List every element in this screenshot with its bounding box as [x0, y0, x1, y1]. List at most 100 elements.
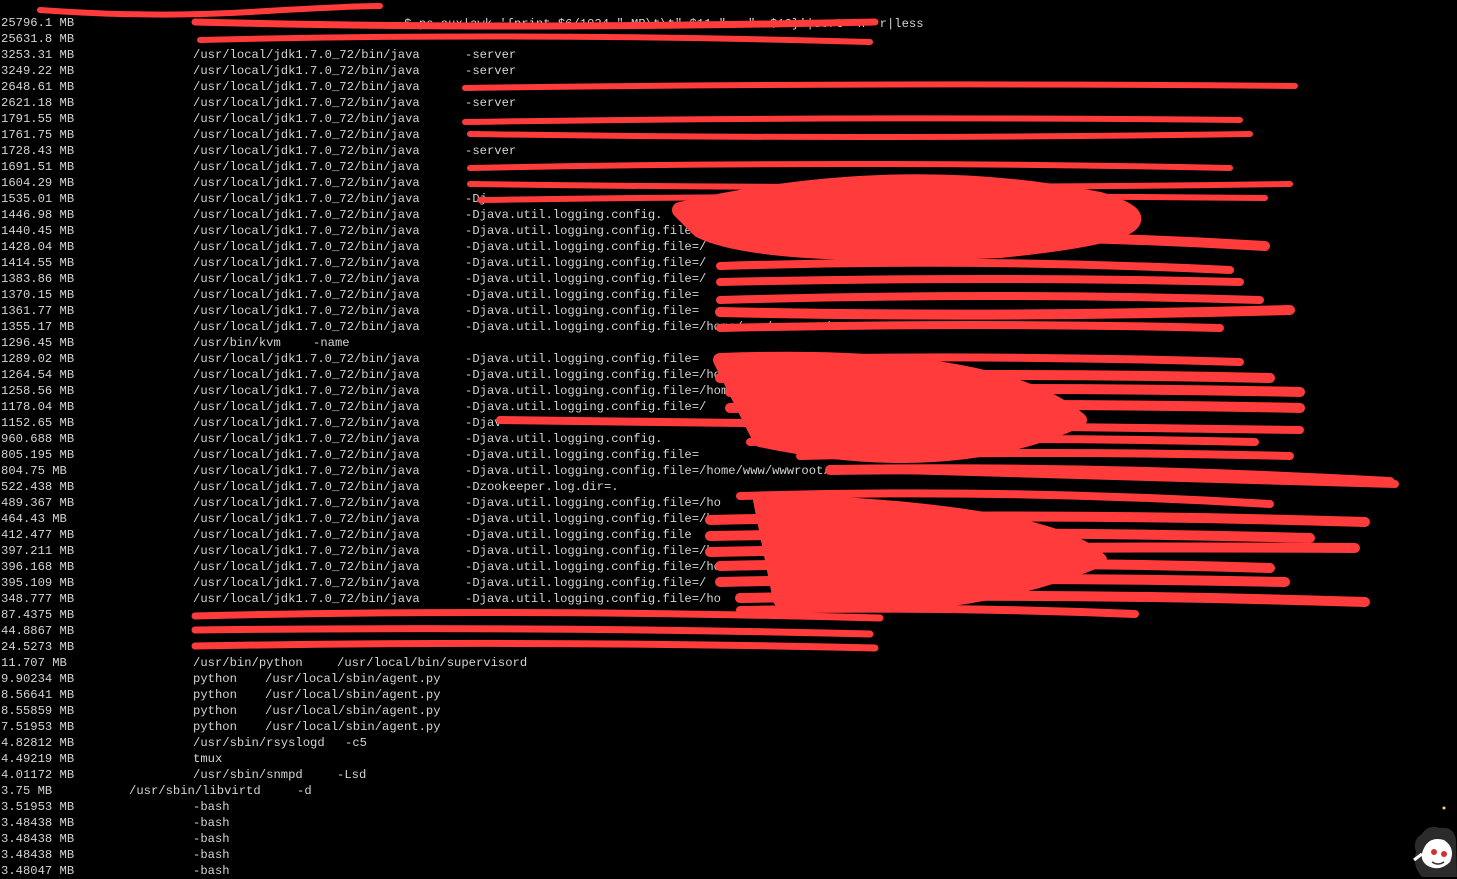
memory-value: 9.90234 MB	[1, 672, 75, 686]
process-command: tmux	[193, 752, 223, 766]
process-argument: -server	[465, 64, 517, 78]
memory-value: 522.438 MB	[1, 480, 75, 494]
process-command: /usr/local/jdk1.7.0_72/bin/java	[193, 400, 420, 414]
memory-value: 805.195 MB	[1, 448, 75, 462]
process-argument: -Djava.util.logging.config.file=/	[465, 272, 707, 286]
memory-value: 1446.98 MB	[1, 208, 75, 222]
process-command: -bash	[193, 816, 230, 830]
command-line: $ ps aux|awk '{print $6/1024 " MB\t\t" $…	[0, 0, 923, 31]
process-argument: -Dzookeeper.log.dir=.	[465, 480, 619, 494]
process-command: /usr/local/jdk1.7.0_72/bin/java	[193, 192, 420, 206]
process-argument: -Djava.util.logging.config.file=	[465, 288, 700, 302]
process-argument: /usr/local/sbin/agent.py	[265, 688, 441, 702]
memory-value: 464.43 MB	[1, 512, 67, 526]
memory-value: 11.707 MB	[1, 656, 67, 670]
process-command: /usr/local/jdk1.7.0_72/bin/java	[193, 576, 420, 590]
memory-value: 24.5273 MB	[1, 640, 75, 654]
memory-value: 1383.86 MB	[1, 272, 75, 286]
memory-value: 1440.45 MB	[1, 224, 75, 238]
process-argument: -d	[297, 784, 312, 798]
process-argument: -Djava.util.logging.config.file=	[465, 352, 700, 366]
process-command: /usr/local/jdk1.7.0_72/bin/java	[193, 256, 420, 270]
memory-value: 8.56641 MB	[1, 688, 75, 702]
memory-value: 4.82812 MB	[1, 736, 75, 750]
process-command: -bash	[193, 800, 230, 814]
process-argument: -Djava.util.logging.config.file=/home/ww…	[465, 320, 831, 334]
process-command: python	[193, 704, 237, 718]
memory-value: 44.8867 MB	[1, 624, 75, 638]
memory-value: 1296.45 MB	[1, 336, 75, 350]
memory-value: 960.688 MB	[1, 432, 75, 446]
memory-value: 1791.55 MB	[1, 112, 75, 126]
process-argument: -Djava.util.logging.config.file=/home/ww…	[465, 464, 831, 478]
process-command: /usr/local/jdk1.7.0_72/bin/java	[193, 368, 420, 382]
process-command: python	[193, 720, 237, 734]
process-command: /usr/local/jdk1.7.0_72/bin/java	[193, 304, 420, 318]
process-command: /usr/local/jdk1.7.0_72/bin/java	[193, 512, 420, 526]
cartoon-mascot-icon	[1413, 806, 1457, 877]
memory-value: 3.51953 MB	[1, 800, 75, 814]
memory-value: 25631.8 MB	[1, 32, 75, 46]
process-argument: /usr/local/sbin/agent.py	[265, 672, 441, 686]
process-argument: -server	[465, 96, 517, 110]
process-argument: -server	[465, 144, 517, 158]
memory-value: 396.168 MB	[1, 560, 75, 574]
memory-value: 348.777 MB	[1, 592, 75, 606]
memory-value: 7.51953 MB	[1, 720, 75, 734]
memory-value: 25796.1 MB	[1, 16, 75, 30]
memory-value: 4.01172 MB	[1, 768, 75, 782]
process-argument: -Djava.util.logging.config.file=	[465, 304, 700, 318]
memory-value: 3.48438 MB	[1, 832, 75, 846]
process-command: /usr/local/jdk1.7.0_72/bin/java	[193, 240, 420, 254]
process-command: /usr/local/jdk1.7.0_72/bin/java	[193, 272, 420, 286]
memory-value: 87.4375 MB	[1, 608, 75, 622]
process-argument: -Djava.util.logging.config.	[465, 208, 663, 222]
process-command: /usr/local/jdk1.7.0_72/bin/java	[193, 144, 420, 158]
process-argument: -Djava.util.logging.config.	[465, 432, 663, 446]
process-command: python	[193, 688, 237, 702]
memory-value: 1428.04 MB	[1, 240, 75, 254]
process-argument: -Djava.util.logging.config.file=/ho	[465, 496, 721, 510]
process-command: /usr/local/jdk1.7.0_72/bin/java	[193, 352, 420, 366]
process-command: /usr/local/jdk1.7.0_72/bin/java	[193, 64, 420, 78]
memory-value: 2648.61 MB	[1, 80, 75, 94]
process-command: /usr/local/jdk1.7.0_72/bin/java	[193, 528, 420, 542]
memory-value: 1691.51 MB	[1, 160, 75, 174]
memory-value: 1289.02 MB	[1, 352, 75, 366]
process-command: /usr/sbin/libvirtd	[129, 784, 261, 798]
process-command: /usr/local/jdk1.7.0_72/bin/java	[193, 592, 420, 606]
process-argument: -Djava.util.logging.config.file=	[465, 448, 700, 462]
process-argument: /usr/local/bin/supervisord	[337, 656, 528, 670]
memory-value: 3.48438 MB	[1, 816, 75, 830]
process-command: /usr/local/jdk1.7.0_72/bin/java	[193, 416, 420, 430]
process-command: /usr/local/jdk1.7.0_72/bin/java	[193, 112, 420, 126]
memory-value: 804.75 MB	[1, 464, 67, 478]
process-argument: -Djav	[465, 416, 502, 430]
memory-value: 2621.18 MB	[1, 96, 75, 110]
process-command: /usr/sbin/rsyslogd	[193, 736, 325, 750]
memory-value: 1414.55 MB	[1, 256, 75, 270]
process-command: /usr/local/jdk1.7.0_72/bin/java	[193, 176, 420, 190]
memory-value: 3253.31 MB	[1, 48, 75, 62]
memory-value: 3249.22 MB	[1, 64, 75, 78]
process-argument: -Djava.util.logging.config.file=/home/ww…	[465, 384, 765, 398]
memory-value: 1361.77 MB	[1, 304, 75, 318]
memory-value: 1264.54 MB	[1, 368, 75, 382]
process-argument: -c5	[345, 736, 367, 750]
process-command: /usr/local/jdk1.7.0_72/bin/java	[193, 224, 420, 238]
command-text: ps aux|awk '{print $6/1024 " MB\t\t" $11…	[411, 17, 924, 31]
process-argument: -Lsd	[337, 768, 367, 782]
process-argument: -Djava.util.logging.config.file=/h	[465, 512, 714, 526]
terminal-window[interactable]: $ ps aux|awk '{print $6/1024 " MB\t\t" $…	[0, 0, 1457, 878]
process-argument: /usr/local/sbin/agent.py	[265, 704, 441, 718]
process-command: /usr/local/jdk1.7.0_72/bin/java	[193, 480, 420, 494]
memory-value: 1535.01 MB	[1, 192, 75, 206]
process-argument: /usr/local/sbin/agent.py	[265, 720, 441, 734]
process-command: /usr/local/jdk1.7.0_72/bin/java	[193, 544, 420, 558]
process-command: /usr/bin/python	[193, 656, 303, 670]
process-command: /usr/local/jdk1.7.0_72/bin/java	[193, 448, 420, 462]
process-argument: -name	[313, 336, 350, 350]
memory-value: 3.75 MB	[1, 784, 53, 798]
process-argument: -Djava.util.logging.config.file=/ho	[465, 592, 721, 606]
process-argument: -Djava.util.logging.config.file=/	[465, 400, 707, 414]
